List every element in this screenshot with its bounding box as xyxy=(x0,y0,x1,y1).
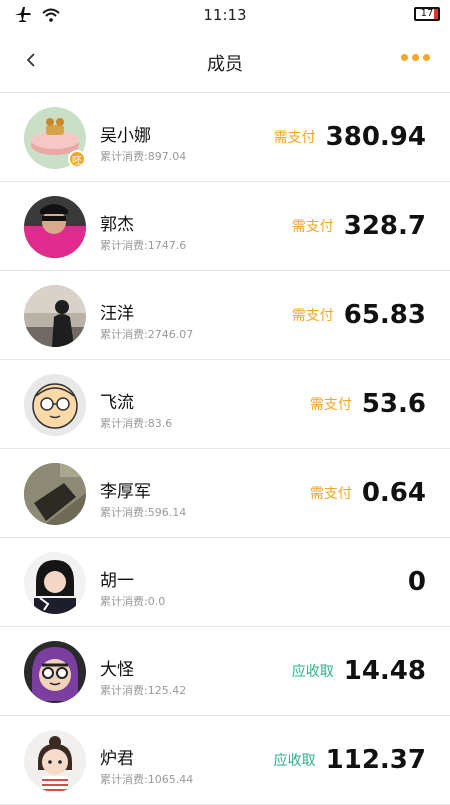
balance-status: 应收取 xyxy=(273,753,316,769)
more-button[interactable] xyxy=(397,50,434,65)
more-dots-icon xyxy=(401,54,408,61)
member-row[interactable]: 郭杰 累计消费:1747.6 需支付 328.7 xyxy=(0,182,450,271)
member-name: 李厚军 xyxy=(100,482,151,502)
balance-amount: 0.64 xyxy=(361,478,426,508)
member-list: 呸 吴小娜 累计消费:897.04 需支付 380.94 郭杰 累计消费:174… xyxy=(0,93,450,805)
status-bar: 11:13 17 xyxy=(0,0,450,30)
member-row[interactable]: 飞流 累计消费:83.6 需支付 53.6 xyxy=(0,360,450,449)
balance-amount: 14.48 xyxy=(343,656,426,686)
girl-face-icon xyxy=(24,730,86,792)
balance-amount: 380.94 xyxy=(325,122,426,152)
member-name: 吴小娜 xyxy=(100,126,151,146)
member-name: 飞流 xyxy=(100,393,134,413)
member-total-spend: 累计消费:125.42 xyxy=(100,684,187,697)
balance-amount: 65.83 xyxy=(343,300,426,330)
member-row[interactable]: 炉君 累计消费:1065.44 应收取 112.37 xyxy=(0,716,450,805)
battery-percent: 17 xyxy=(420,8,434,19)
page-title: 成员 xyxy=(207,54,243,75)
balance-status: 需支付 xyxy=(309,486,352,502)
member-balance: 需支付 65.83 xyxy=(292,271,426,359)
photo-icon xyxy=(24,552,86,614)
balance-status: 应收取 xyxy=(291,664,334,680)
member-total-spend: 累计消费:0.0 xyxy=(100,595,166,608)
glasses-face-icon xyxy=(24,374,86,436)
avatar xyxy=(24,374,86,436)
balance-amount: 0 xyxy=(407,567,426,597)
photo-icon xyxy=(24,196,86,258)
balance-amount: 53.6 xyxy=(361,389,426,419)
member-total-spend: 累计消费:1065.44 xyxy=(100,773,194,786)
member-total-spend: 累计消费:1747.6 xyxy=(100,239,187,252)
nav-bar: 成员 xyxy=(0,30,450,93)
member-badge: 呸 xyxy=(68,150,86,168)
balance-status: 需支付 xyxy=(273,130,316,146)
member-balance: 需支付 380.94 xyxy=(274,93,426,181)
balance-amount: 112.37 xyxy=(325,745,426,775)
member-name: 大怪 xyxy=(100,660,134,680)
member-row[interactable]: 李厚军 累计消费:596.14 需支付 0.64 xyxy=(0,449,450,538)
member-total-spend: 累计消费:83.6 xyxy=(100,417,173,430)
photo-icon xyxy=(24,285,86,347)
member-total-spend: 累计消费:2746.07 xyxy=(100,328,194,341)
battery-icon: 17 xyxy=(414,7,440,21)
balance-status: 需支付 xyxy=(291,219,334,235)
member-balance: 需支付 53.6 xyxy=(310,360,426,448)
avatar xyxy=(24,730,86,792)
balance-status: 需支付 xyxy=(309,397,352,413)
member-row[interactable]: 大怪 累计消费:125.42 应收取 14.48 xyxy=(0,627,450,716)
photo-icon xyxy=(24,463,86,525)
avatar xyxy=(24,552,86,614)
member-total-spend: 累计消费:897.04 xyxy=(100,150,187,163)
member-total-spend: 累计消费:596.14 xyxy=(100,506,187,519)
member-balance: 应收取 14.48 xyxy=(292,627,426,715)
member-balance: 应收取 112.37 xyxy=(274,716,426,804)
member-name: 汪洋 xyxy=(100,304,134,324)
avatar xyxy=(24,285,86,347)
member-balance: 需支付 328.7 xyxy=(292,182,426,270)
balance-status: 需支付 xyxy=(291,308,334,324)
member-balance: 0 xyxy=(408,538,426,626)
member-name: 郭杰 xyxy=(100,215,134,235)
member-name: 炉君 xyxy=(100,749,134,769)
status-time: 11:13 xyxy=(203,6,247,24)
member-row[interactable]: 胡一 累计消费:0.0 0 xyxy=(0,538,450,627)
avatar xyxy=(24,463,86,525)
member-row[interactable]: 汪洋 累计消费:2746.07 需支付 65.83 xyxy=(0,271,450,360)
member-name: 胡一 xyxy=(100,571,134,591)
member-balance: 需支付 0.64 xyxy=(310,449,426,537)
member-row[interactable]: 呸 吴小娜 累计消费:897.04 需支付 380.94 xyxy=(0,93,450,182)
purple-hair-face-icon xyxy=(24,641,86,703)
avatar xyxy=(24,196,86,258)
balance-amount: 328.7 xyxy=(343,211,426,241)
avatar xyxy=(24,641,86,703)
